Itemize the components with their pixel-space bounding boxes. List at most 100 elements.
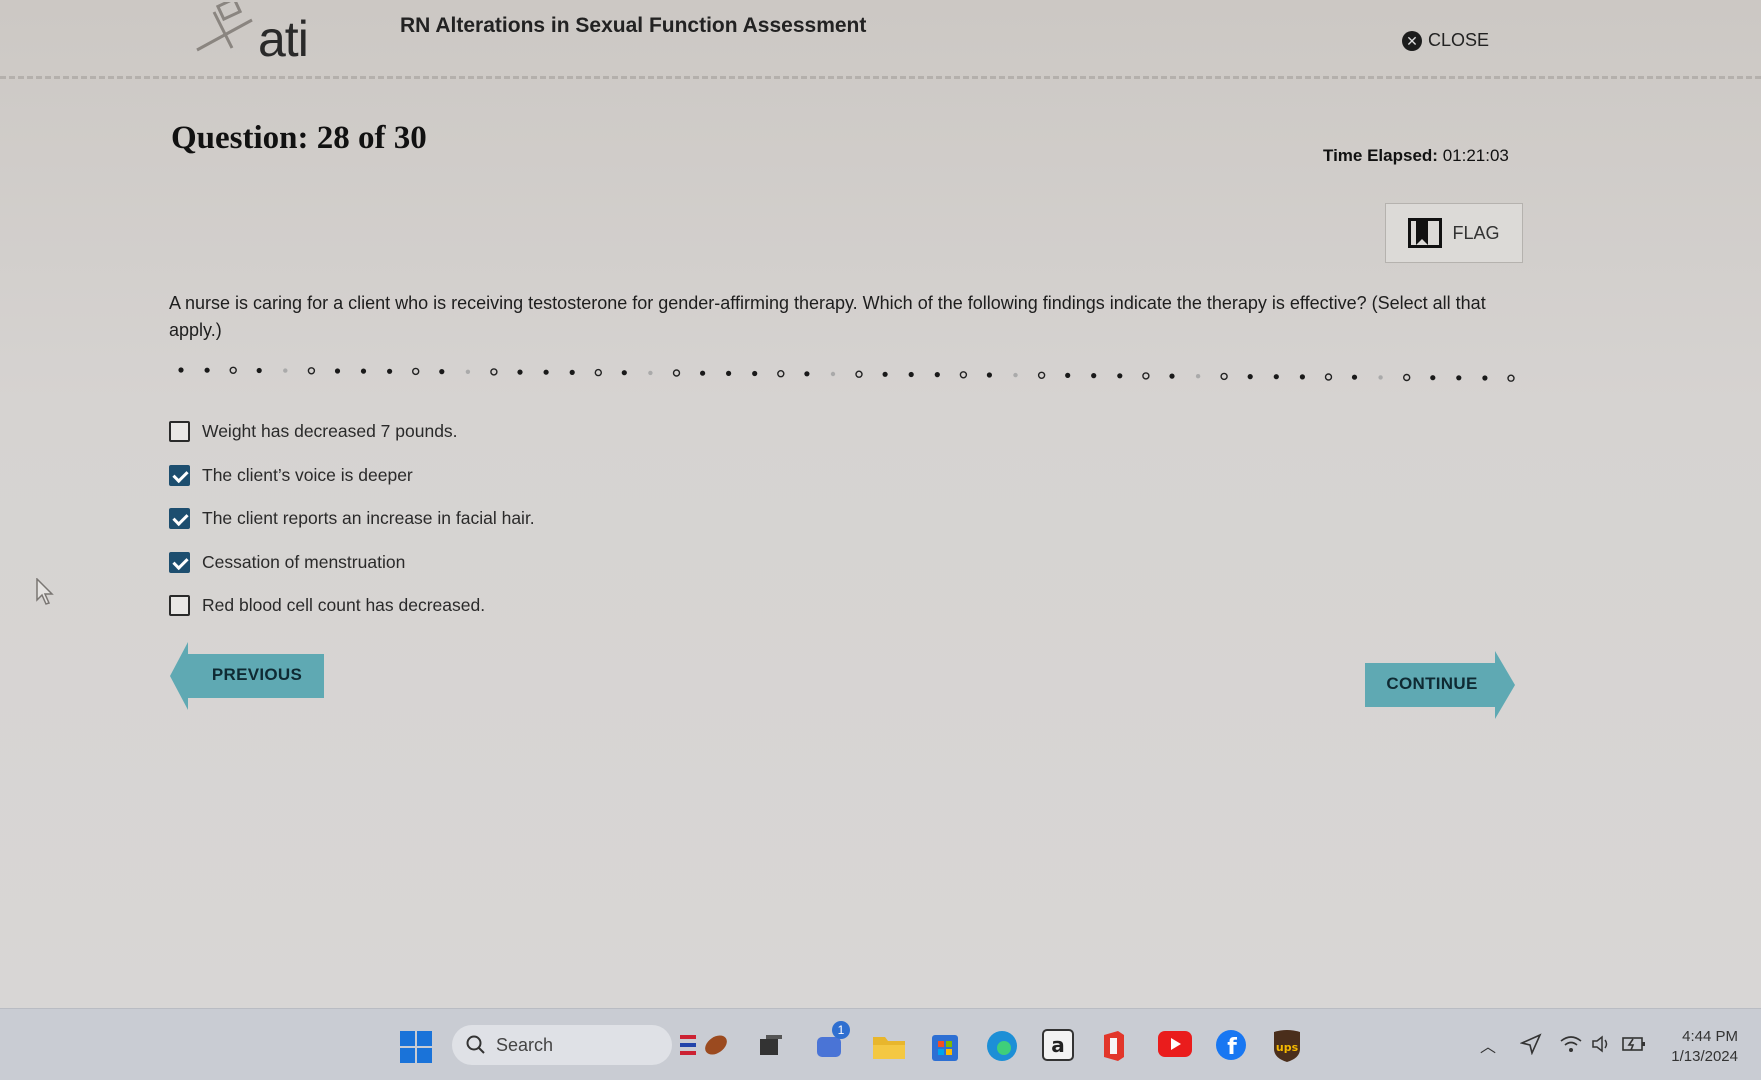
separator-dot xyxy=(229,366,237,375)
windows-start-icon[interactable] xyxy=(400,1031,432,1063)
previous-label: PREVIOUS xyxy=(211,665,303,684)
separator-dot xyxy=(1013,372,1018,378)
separator-dot xyxy=(1142,372,1150,380)
option-weight-decreased[interactable]: Weight has decreased 7 pounds. xyxy=(169,410,535,454)
separator-dot xyxy=(1456,375,1462,381)
separator-dot xyxy=(1324,373,1333,381)
separator-dot xyxy=(1507,374,1515,382)
search-placeholder: Search xyxy=(496,1034,554,1055)
option-checkbox[interactable] xyxy=(169,508,190,530)
separator-dot xyxy=(439,369,445,375)
option-checkbox[interactable] xyxy=(169,421,190,443)
wifi-icon[interactable] xyxy=(1560,1035,1582,1053)
mouse-pointer-icon xyxy=(36,578,54,605)
separator-dot xyxy=(855,370,863,378)
separator-dot xyxy=(621,370,627,376)
ups-icon[interactable]: ups xyxy=(1272,1029,1302,1063)
separator-dot xyxy=(752,370,758,377)
close-button[interactable]: ✕ CLOSE xyxy=(1402,30,1489,51)
close-label: CLOSE xyxy=(1428,30,1490,50)
separator-dot xyxy=(411,367,420,376)
separator-dot xyxy=(830,371,836,377)
separator-dot xyxy=(934,372,940,378)
flag-label: FLAG xyxy=(1452,222,1500,243)
flag-button[interactable]: FLAG xyxy=(1385,203,1523,263)
svg-text:a: a xyxy=(1051,1033,1065,1057)
separator-dot xyxy=(1247,374,1253,380)
separator-dot xyxy=(594,368,602,377)
separator-dot xyxy=(256,367,262,374)
battery-charging-icon[interactable] xyxy=(1622,1035,1646,1053)
separator-dot xyxy=(360,368,367,374)
option-label: Cessation of menstruation xyxy=(202,551,406,572)
option-rbc-decreased[interactable]: Red blood cell count has decreased. xyxy=(169,584,535,628)
separator-dot xyxy=(804,371,810,377)
option-facial-hair[interactable]: The client reports an increase in facial… xyxy=(169,497,535,541)
question-stem: A nurse is caring for a client who is re… xyxy=(169,293,1486,340)
taskbar-search[interactable]: Search xyxy=(452,1025,672,1065)
close-icon: ✕ xyxy=(1402,30,1422,51)
separator-dot xyxy=(882,371,888,377)
separator-dot xyxy=(986,372,993,378)
option-label: The client’s voice is deeper xyxy=(202,464,413,485)
option-checkbox[interactable] xyxy=(169,464,190,486)
clock-date: 1/13/2024 xyxy=(1671,1048,1738,1065)
separator-dot xyxy=(569,369,575,375)
answer-options: Weight has decreased 7 pounds. The clien… xyxy=(169,410,535,628)
separator-dot xyxy=(1351,374,1358,380)
separator-dot xyxy=(543,369,549,375)
clock-time: 4:44 PM xyxy=(1682,1028,1738,1045)
separator-dot xyxy=(178,367,184,373)
search-icon xyxy=(466,1035,485,1054)
separator-dot xyxy=(959,371,968,379)
location-arrow-icon xyxy=(1520,1033,1542,1055)
option-label: Weight has decreased 7 pounds. xyxy=(202,421,458,442)
previous-button[interactable]: PREVIOUS xyxy=(170,642,324,710)
separator-dot xyxy=(672,369,681,377)
logo-text: ati xyxy=(258,11,309,67)
notification-badge: 1 xyxy=(832,1021,850,1039)
separator-dot xyxy=(777,369,785,378)
show-hidden-icons-chevron-up-icon[interactable]: ︿ xyxy=(1480,1033,1496,1057)
continue-button[interactable]: CONTINUE xyxy=(1365,651,1515,719)
option-checkbox[interactable] xyxy=(169,551,190,573)
separator-dot xyxy=(334,368,341,374)
assessment-title: RN Alterations in Sexual Function Assess… xyxy=(400,14,867,37)
windows-taskbar: Search 1 a f ups ︿ 4:44 PM 1/13/2024 xyxy=(0,1008,1761,1080)
separator-dot xyxy=(490,368,498,376)
separator-dot xyxy=(1299,374,1305,380)
office-icon[interactable] xyxy=(1100,1029,1128,1063)
separator-dot xyxy=(1091,373,1097,379)
microsoft-store-icon[interactable] xyxy=(930,1029,960,1063)
separator-dot xyxy=(1037,371,1046,380)
option-checkbox[interactable] xyxy=(169,595,190,617)
separator-dot xyxy=(1430,375,1436,381)
svg-text:f: f xyxy=(1227,1035,1237,1060)
volume-icon[interactable] xyxy=(1592,1035,1612,1053)
football-widget-icon[interactable] xyxy=(680,1031,730,1061)
header-divider xyxy=(0,76,1761,79)
task-view-icon[interactable] xyxy=(758,1033,784,1059)
separator-dot xyxy=(517,369,523,375)
separator-dot xyxy=(726,370,732,376)
option-voice-deeper[interactable]: The client’s voice is deeper xyxy=(169,454,535,498)
system-clock[interactable]: 4:44 PM 1/13/2024 xyxy=(1660,1027,1738,1067)
file-explorer-icon[interactable] xyxy=(872,1031,906,1061)
facebook-icon[interactable]: f xyxy=(1215,1029,1247,1061)
time-elapsed-value: 01:21:03 xyxy=(1442,146,1509,165)
edge-browser-icon[interactable] xyxy=(985,1029,1019,1063)
separator-dot xyxy=(283,368,288,373)
continue-label: CONTINUE xyxy=(1386,674,1478,693)
separator-dot xyxy=(1273,374,1279,380)
separator-dot xyxy=(1378,375,1383,380)
separator-dot xyxy=(387,368,393,374)
youtube-icon[interactable] xyxy=(1158,1031,1192,1057)
option-label: Red blood cell count has decreased. xyxy=(202,595,486,616)
option-cessation-menstruation[interactable]: Cessation of menstruation xyxy=(169,541,535,585)
option-label: The client reports an increase in facial… xyxy=(202,508,535,529)
amazon-icon[interactable]: a xyxy=(1042,1029,1074,1061)
separator-dot xyxy=(1402,373,1411,382)
question-number: Question: 28 of 30 xyxy=(171,120,427,156)
time-elapsed: Time Elapsed: 01:21:03 xyxy=(1323,146,1509,166)
bookmark-flag-icon xyxy=(1408,218,1443,248)
